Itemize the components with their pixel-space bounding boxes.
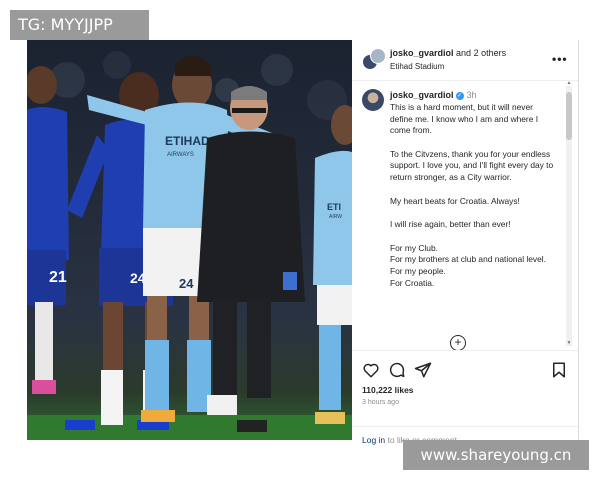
staff-member <box>197 86 305 432</box>
caption-line: For my people. <box>390 265 446 276</box>
verified-badge-icon: ✓ <box>455 91 464 100</box>
caption-area: josko_gvardiol ✓ 3h This is a hard moment,… <box>352 81 566 349</box>
player-right: ETI AIRW <box>313 105 352 424</box>
caption-text: This is a hard moment, but it will never… <box>390 102 558 289</box>
shirt-sponsor-right-sub: AIRW <box>329 214 342 220</box>
like-heart-icon[interactable] <box>362 361 380 379</box>
add-comment-icon[interactable]: + <box>450 335 466 351</box>
post-header: josko_gvardiol and 2 others Etihad Stadi… <box>352 40 578 81</box>
scrollbar-thumb[interactable] <box>566 92 572 140</box>
share-send-icon[interactable] <box>414 361 432 379</box>
post-actions: 110,222 likes 3 hours ago Log in to like… <box>352 350 578 445</box>
caption-header: josko_gvardiol ✓ 3h <box>390 90 477 100</box>
avatar[interactable] <box>362 89 384 111</box>
shirt-number-left: 21 <box>49 269 67 286</box>
channel-tag: TG: MYYJJPP <box>10 10 149 40</box>
collab-avatars[interactable] <box>362 48 386 70</box>
instagram-post-panel: josko_gvardiol and 2 others Etihad Stadi… <box>352 40 579 445</box>
author-username-link[interactable]: josko_gvardiol <box>390 48 454 58</box>
shirt-sponsor-city: ETIHAD <box>165 134 210 148</box>
post-time: 3h <box>466 90 477 100</box>
caption-line: For my brothers at club and national lev… <box>390 254 546 265</box>
post-author: josko_gvardiol and 2 others <box>390 48 506 58</box>
likes-count[interactable]: 110,222 likes <box>362 385 414 395</box>
player-left: 21 <box>27 66 69 394</box>
avatar <box>370 48 386 64</box>
site-watermark: www.shareyoung.cn <box>403 440 589 470</box>
shirt-sponsor-right: ETI <box>327 202 341 212</box>
caption-paragraph: This is a hard moment, but it will never… <box>390 102 539 136</box>
location-link[interactable]: Etihad Stadium <box>390 62 444 71</box>
shirt-sponsor-city-sub: AIRWAYS <box>167 152 194 158</box>
caption-paragraph: My heart beats for Croatia. Always! <box>390 195 520 206</box>
and-others-link[interactable]: and 2 others <box>456 48 506 58</box>
save-bookmark-icon[interactable] <box>550 361 568 379</box>
caption-line: For my Club. <box>390 242 438 253</box>
caption-paragraph: To the Citvzens, thank you for your endl… <box>390 148 554 182</box>
shirt-number-city: 24 <box>179 276 194 291</box>
login-link[interactable]: Log in <box>362 435 385 445</box>
post-photo: 21 24 ETIHAD AIRWAYS 24 ETI AIRW <box>27 40 352 440</box>
comment-bubble-icon[interactable] <box>388 361 406 379</box>
caption-username-link[interactable]: josko_gvardiol <box>390 90 454 100</box>
posted-ago: 3 hours ago <box>362 399 399 406</box>
caption-line: For Croatia. <box>390 277 435 288</box>
scroll-down-arrow-icon[interactable]: ▼ <box>566 340 572 346</box>
more-options-icon[interactable]: ••• <box>552 52 568 66</box>
caption-paragraph: I will rise again, better than ever! <box>390 219 511 230</box>
caption-scrollbar[interactable] <box>566 86 572 346</box>
